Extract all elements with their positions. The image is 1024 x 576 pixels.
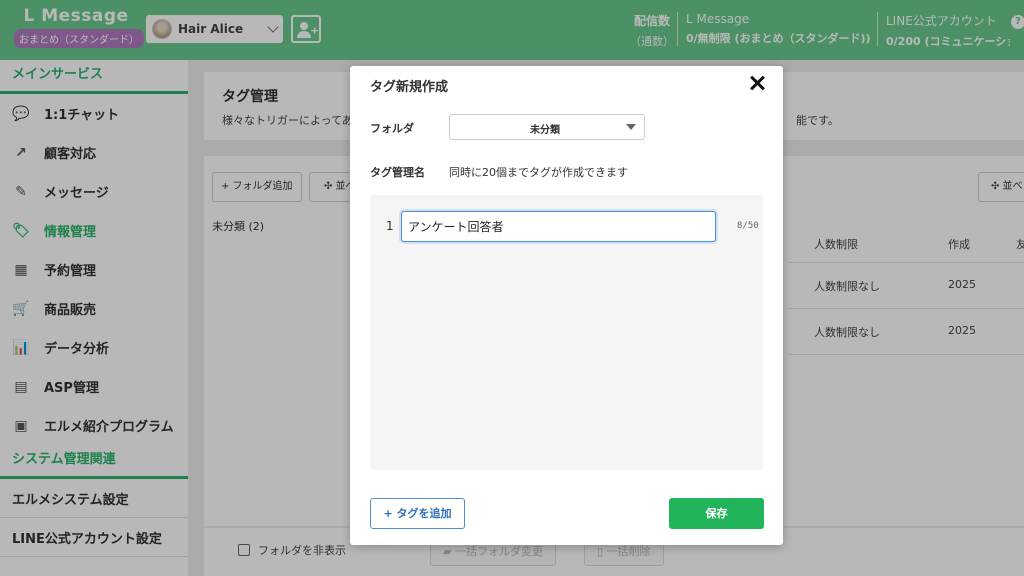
close-icon[interactable] <box>746 72 768 94</box>
tag-name-input[interactable] <box>401 211 716 242</box>
folder-select-value: 未分類 <box>530 125 560 136</box>
create-tag-modal: タグ新規作成 フォルダ 未分類 タグ管理名 同時に20個までタグが作成できます … <box>350 66 783 545</box>
tag-input-area: 1 8/50 <box>370 195 763 470</box>
folder-select[interactable]: 未分類 <box>449 114 645 140</box>
char-counter: 8/50 <box>737 221 759 231</box>
caret-down-icon <box>626 124 636 130</box>
tag-limit-hint: 同時に20個までタグが作成できます <box>449 166 628 179</box>
tag-index: 1 <box>386 219 394 233</box>
folder-label: フォルダ <box>370 122 414 135</box>
modal-title: タグ新規作成 <box>370 80 449 95</box>
save-button[interactable]: 保存 <box>669 498 764 529</box>
tag-name-label: タグ管理名 <box>370 166 425 179</box>
add-tag-button[interactable]: + タグを追加 <box>370 498 465 529</box>
